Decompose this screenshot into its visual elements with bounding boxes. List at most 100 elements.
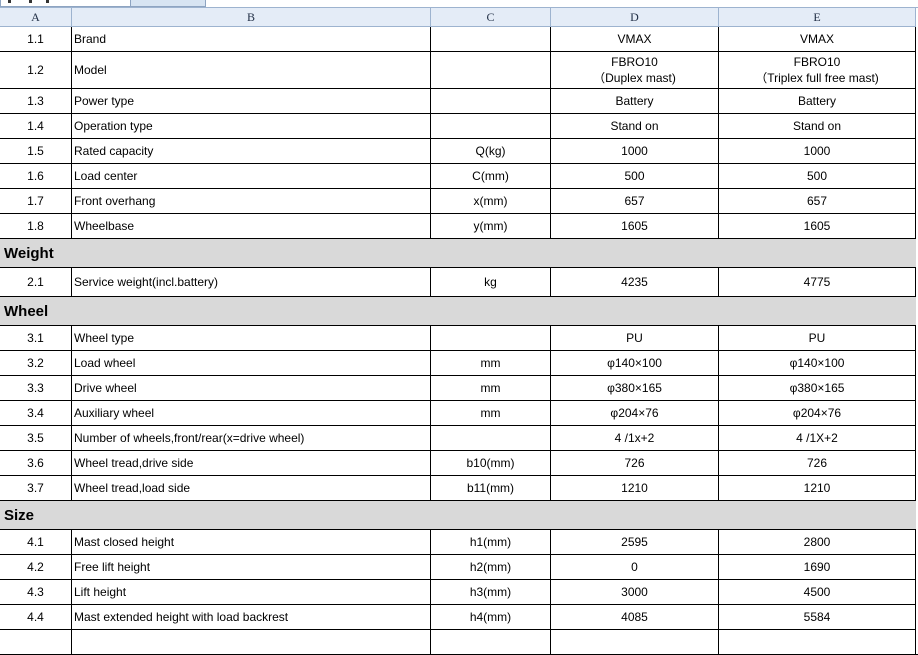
value-cell-e[interactable]: 726 bbox=[719, 451, 916, 475]
value-cell-e[interactable]: 2800 bbox=[719, 530, 916, 554]
column-header-d[interactable]: D bbox=[551, 8, 719, 26]
value-cell-e[interactable]: 500 bbox=[719, 164, 916, 188]
value-cell-e[interactable] bbox=[719, 630, 916, 654]
value-cell-e[interactable]: 4500 bbox=[719, 580, 916, 604]
item-name-cell[interactable]: Auxiliary wheel bbox=[72, 401, 431, 425]
item-name-cell[interactable]: Model bbox=[72, 52, 431, 88]
item-name-cell[interactable]: Brand bbox=[72, 27, 431, 51]
value-cell-e[interactable]: 4775 bbox=[719, 268, 916, 296]
section-title[interactable]: Wheel bbox=[0, 297, 918, 325]
item-number-cell[interactable]: 1.5 bbox=[0, 139, 72, 163]
value-cell-e[interactable]: VMAX bbox=[719, 27, 916, 51]
column-header-b[interactable]: B bbox=[72, 8, 431, 26]
unit-cell[interactable]: h2(mm) bbox=[431, 555, 551, 579]
value-cell-d[interactable]: 726 bbox=[551, 451, 719, 475]
item-number-cell[interactable]: 4.1 bbox=[0, 530, 72, 554]
value-cell-e[interactable]: 5584 bbox=[719, 605, 916, 629]
item-name-cell[interactable]: Wheel tread,drive side bbox=[72, 451, 431, 475]
value-cell-d[interactable]: φ140×100 bbox=[551, 351, 719, 375]
value-cell-e[interactable]: 1210 bbox=[719, 476, 916, 500]
item-name-cell[interactable] bbox=[72, 630, 431, 654]
section-title[interactable]: Size bbox=[0, 501, 918, 529]
item-name-cell[interactable]: Load wheel bbox=[72, 351, 431, 375]
value-cell-e[interactable]: 4 /1X+2 bbox=[719, 426, 916, 450]
value-cell-d[interactable]: 4085 bbox=[551, 605, 719, 629]
item-name-cell[interactable]: Load center bbox=[72, 164, 431, 188]
value-cell-d[interactable]: φ204×76 bbox=[551, 401, 719, 425]
value-cell-e[interactable]: FBRO10 （Triplex full free mast) bbox=[719, 52, 916, 88]
unit-cell[interactable] bbox=[431, 27, 551, 51]
value-cell-d[interactable]: 1605 bbox=[551, 214, 719, 238]
sheet-tab-active[interactable] bbox=[0, 0, 132, 7]
value-cell-d[interactable]: 2595 bbox=[551, 530, 719, 554]
value-cell-d[interactable]: PU bbox=[551, 326, 719, 350]
item-number-cell[interactable]: 4.4 bbox=[0, 605, 72, 629]
unit-cell[interactable] bbox=[431, 89, 551, 113]
item-name-cell[interactable]: Wheelbase bbox=[72, 214, 431, 238]
item-number-cell[interactable]: 3.4 bbox=[0, 401, 72, 425]
value-cell-e[interactable]: 1690 bbox=[719, 555, 916, 579]
item-name-cell[interactable]: Number of wheels,front/rear(x=drive whee… bbox=[72, 426, 431, 450]
unit-cell[interactable] bbox=[431, 114, 551, 138]
section-title[interactable]: Weight bbox=[0, 239, 918, 267]
column-header-c[interactable]: C bbox=[431, 8, 551, 26]
value-cell-e[interactable]: 657 bbox=[719, 189, 916, 213]
value-cell-e[interactable]: 1605 bbox=[719, 214, 916, 238]
unit-cell[interactable]: Q(kg) bbox=[431, 139, 551, 163]
unit-cell[interactable]: b10(mm) bbox=[431, 451, 551, 475]
sheet-tab[interactable] bbox=[130, 0, 206, 7]
unit-cell[interactable]: mm bbox=[431, 401, 551, 425]
value-cell-e[interactable]: φ140×100 bbox=[719, 351, 916, 375]
item-number-cell[interactable]: 1.2 bbox=[0, 52, 72, 88]
value-cell-e[interactable]: PU bbox=[719, 326, 916, 350]
item-number-cell[interactable]: 3.5 bbox=[0, 426, 72, 450]
item-name-cell[interactable]: Service weight(incl.battery) bbox=[72, 268, 431, 296]
unit-cell[interactable] bbox=[431, 630, 551, 654]
item-number-cell[interactable] bbox=[0, 630, 72, 654]
value-cell-d[interactable]: 500 bbox=[551, 164, 719, 188]
item-number-cell[interactable]: 1.8 bbox=[0, 214, 72, 238]
value-cell-e[interactable]: 1000 bbox=[719, 139, 916, 163]
item-number-cell[interactable]: 3.1 bbox=[0, 326, 72, 350]
item-name-cell[interactable]: Mast extended height with load backrest bbox=[72, 605, 431, 629]
value-cell-e[interactable]: φ380×165 bbox=[719, 376, 916, 400]
unit-cell[interactable]: h4(mm) bbox=[431, 605, 551, 629]
item-number-cell[interactable]: 1.1 bbox=[0, 27, 72, 51]
value-cell-d[interactable] bbox=[551, 630, 719, 654]
unit-cell[interactable]: mm bbox=[431, 351, 551, 375]
value-cell-d[interactable]: 4 /1x+2 bbox=[551, 426, 719, 450]
item-number-cell[interactable]: 1.3 bbox=[0, 89, 72, 113]
item-number-cell[interactable]: 3.6 bbox=[0, 451, 72, 475]
value-cell-d[interactable]: 4235 bbox=[551, 268, 719, 296]
value-cell-d[interactable]: 1210 bbox=[551, 476, 719, 500]
unit-cell[interactable]: h3(mm) bbox=[431, 580, 551, 604]
item-name-cell[interactable]: Free lift height bbox=[72, 555, 431, 579]
item-name-cell[interactable]: Operation type bbox=[72, 114, 431, 138]
item-name-cell[interactable]: Power type bbox=[72, 89, 431, 113]
item-number-cell[interactable]: 2.1 bbox=[0, 268, 72, 296]
column-header-a[interactable]: A bbox=[0, 8, 72, 26]
value-cell-e[interactable]: Battery bbox=[719, 89, 916, 113]
unit-cell[interactable]: b11(mm) bbox=[431, 476, 551, 500]
value-cell-e[interactable]: φ204×76 bbox=[719, 401, 916, 425]
item-name-cell[interactable]: Front overhang bbox=[72, 189, 431, 213]
unit-cell[interactable]: x(mm) bbox=[431, 189, 551, 213]
item-number-cell[interactable]: 3.2 bbox=[0, 351, 72, 375]
item-name-cell[interactable]: Rated capacity bbox=[72, 139, 431, 163]
value-cell-d[interactable]: 3000 bbox=[551, 580, 719, 604]
item-name-cell[interactable]: Wheel type bbox=[72, 326, 431, 350]
item-number-cell[interactable]: 4.2 bbox=[0, 555, 72, 579]
column-header-e[interactable]: E bbox=[719, 8, 916, 26]
item-number-cell[interactable]: 1.4 bbox=[0, 114, 72, 138]
unit-cell[interactable]: y(mm) bbox=[431, 214, 551, 238]
item-name-cell[interactable]: Lift height bbox=[72, 580, 431, 604]
value-cell-e[interactable]: Stand on bbox=[719, 114, 916, 138]
value-cell-d[interactable]: φ380×165 bbox=[551, 376, 719, 400]
item-name-cell[interactable]: Drive wheel bbox=[72, 376, 431, 400]
item-number-cell[interactable]: 1.7 bbox=[0, 189, 72, 213]
unit-cell[interactable]: C(mm) bbox=[431, 164, 551, 188]
unit-cell[interactable] bbox=[431, 426, 551, 450]
value-cell-d[interactable]: 1000 bbox=[551, 139, 719, 163]
item-number-cell[interactable]: 3.3 bbox=[0, 376, 72, 400]
unit-cell[interactable] bbox=[431, 326, 551, 350]
